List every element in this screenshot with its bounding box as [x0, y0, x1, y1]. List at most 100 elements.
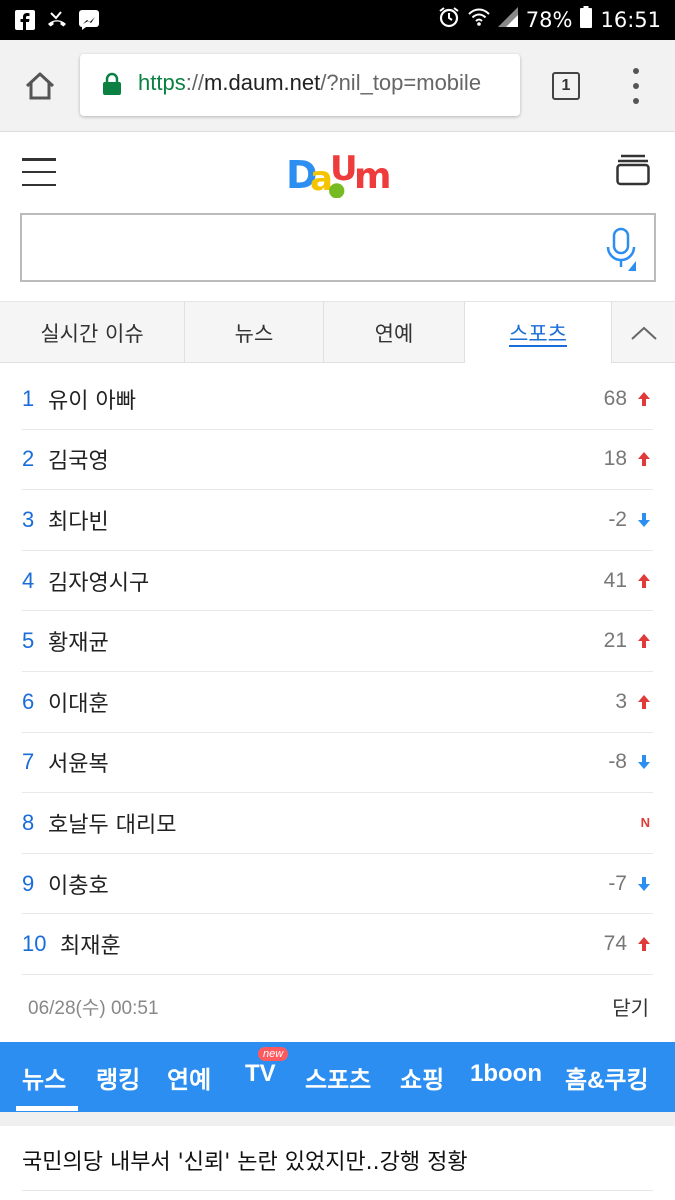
rank-change: -8	[608, 750, 627, 774]
arrow-down-icon	[638, 512, 650, 527]
new-badge: new	[258, 1047, 289, 1061]
nav-sports[interactable]: 스포츠	[305, 1060, 371, 1095]
issue-tabs: 실시간 이슈 뉴스 연예 스포츠	[0, 301, 675, 363]
rank-term[interactable]: 서윤복	[48, 746, 109, 778]
address-bar[interactable]: https://m.daum.net/?nil_top=mobile	[80, 54, 520, 116]
overflow-menu-button[interactable]	[626, 68, 646, 104]
chevron-up-icon	[630, 326, 657, 340]
missed-call-icon	[46, 9, 68, 31]
messenger-icon	[78, 9, 100, 31]
rank-change: -2	[608, 507, 627, 531]
rank-term[interactable]: 김국영	[48, 443, 109, 475]
ranking-timestamp: 06/28(수) 00:51	[28, 997, 159, 1019]
microphone-icon[interactable]	[606, 227, 636, 275]
nav-entertainment[interactable]: 연예	[167, 1060, 211, 1095]
ranking-row[interactable]: 2 김국영 18	[22, 430, 653, 491]
ranking-footer: 06/28(수) 00:51 닫기	[28, 988, 649, 1024]
rank-number: 9	[22, 870, 35, 896]
ranking-row[interactable]: 9 이충호 -7	[22, 854, 653, 915]
lock-icon	[102, 72, 122, 100]
ranking-row[interactable]: 1 유이 아빠 68	[22, 369, 653, 430]
arrow-up-icon	[638, 634, 650, 649]
rank-term[interactable]: 김자영시구	[48, 565, 149, 597]
status-bar: 78% 16:51	[0, 0, 675, 40]
signal-icon	[497, 7, 518, 32]
ranking-row[interactable]: 6 이대훈 3	[22, 672, 653, 733]
rank-number: 8	[22, 809, 35, 835]
active-nav-indicator	[16, 1106, 78, 1111]
rank-number: 6	[22, 688, 35, 714]
ranking-row[interactable]: 5 황재균 21	[22, 611, 653, 672]
rank-term[interactable]: 호날두 대리모	[48, 807, 176, 839]
wifi-icon	[468, 7, 490, 32]
daum-logo-icon: D a U ● m	[286, 149, 392, 201]
home-icon	[25, 72, 55, 100]
rank-term[interactable]: 최다빈	[48, 504, 109, 536]
nav-ranking[interactable]: 랭킹	[96, 1060, 140, 1095]
ranking-row[interactable]: 8 호날두 대리모 N	[22, 793, 653, 854]
rank-number: 10	[22, 931, 47, 957]
rank-change: -7	[608, 871, 627, 895]
realtime-ranking-list: 1 유이 아빠 68 2 김국영 18 3 최다빈 -2 4 김자영시구 41 …	[22, 369, 653, 975]
tab-entertainment[interactable]: 연예	[324, 302, 465, 363]
battery-icon	[580, 6, 593, 33]
nav-news[interactable]: 뉴스	[22, 1060, 66, 1095]
tab-sports[interactable]: 스포츠	[465, 302, 612, 363]
svg-text:●: ●	[328, 177, 345, 198]
news-headline[interactable]: 국민의당 내부서 '신뢰' 논란 있었지만..강행 정황	[22, 1144, 468, 1176]
rank-number: 2	[22, 446, 35, 472]
arrow-down-icon	[638, 876, 650, 891]
clock: 16:51	[600, 7, 661, 32]
tab-realtime-issue[interactable]: 실시간 이슈	[0, 302, 185, 363]
rank-change: 41	[603, 568, 627, 592]
rank-number: 3	[22, 506, 35, 532]
home-button[interactable]	[18, 64, 62, 108]
rank-number: 4	[22, 567, 35, 593]
arrow-up-icon	[638, 452, 650, 467]
daum-logo[interactable]: D a U ● m	[286, 149, 392, 201]
nav-home-cooking[interactable]: 홈&쿠킹	[565, 1060, 649, 1095]
battery-percent: 78%	[525, 7, 573, 32]
nav-tv[interactable]: TV	[245, 1060, 276, 1088]
tabs-stack-icon[interactable]	[616, 154, 650, 186]
rank-term[interactable]: 이충호	[48, 868, 109, 900]
category-nav: 뉴스 랭킹 연예 TV new 스포츠 쇼핑 1boon 홈&쿠킹	[0, 1042, 675, 1112]
ranking-row[interactable]: 10 최재훈 74	[22, 914, 653, 975]
arrow-up-icon	[638, 937, 650, 952]
rank-number: 5	[22, 628, 35, 654]
hamburger-menu-icon[interactable]	[22, 158, 56, 186]
rank-term[interactable]: 황재균	[48, 625, 109, 657]
tab-switcher-button[interactable]: 1	[552, 72, 580, 100]
rank-change: 21	[603, 629, 627, 653]
rank-term[interactable]: 최재훈	[60, 928, 121, 960]
ranking-row[interactable]: 7 서윤복 -8	[22, 733, 653, 794]
ranking-row[interactable]: 4 김자영시구 41	[22, 551, 653, 612]
collapse-button[interactable]	[612, 302, 675, 363]
url-text: https://m.daum.net/?nil_top=mobile	[138, 70, 482, 95]
rank-change: 18	[603, 447, 627, 471]
arrow-up-icon	[638, 391, 650, 406]
search-input[interactable]	[20, 213, 656, 282]
section-separator	[0, 1112, 675, 1126]
nav-1boon[interactable]: 1boon	[470, 1060, 542, 1088]
ranking-row[interactable]: 3 최다빈 -2	[22, 490, 653, 551]
divider	[22, 1190, 653, 1191]
alarm-icon	[438, 6, 460, 33]
nav-shopping[interactable]: 쇼핑	[400, 1060, 444, 1095]
browser-toolbar: https://m.daum.net/?nil_top=mobile 1	[0, 40, 675, 132]
rank-change: 74	[603, 932, 627, 956]
rank-term[interactable]: 이대훈	[48, 686, 109, 718]
arrow-up-icon	[638, 573, 650, 588]
new-badge: N	[640, 815, 650, 831]
facebook-icon	[14, 9, 36, 31]
tab-news[interactable]: 뉴스	[185, 302, 324, 363]
svg-text:m: m	[354, 156, 390, 197]
rank-number: 1	[22, 385, 35, 411]
rank-term[interactable]: 유이 아빠	[48, 383, 136, 415]
rank-change: 68	[603, 386, 627, 410]
arrow-up-icon	[638, 694, 650, 709]
close-button[interactable]: 닫기	[612, 992, 649, 1021]
rank-number: 7	[22, 749, 35, 775]
arrow-down-icon	[638, 755, 650, 770]
rank-change: 3	[615, 689, 627, 713]
